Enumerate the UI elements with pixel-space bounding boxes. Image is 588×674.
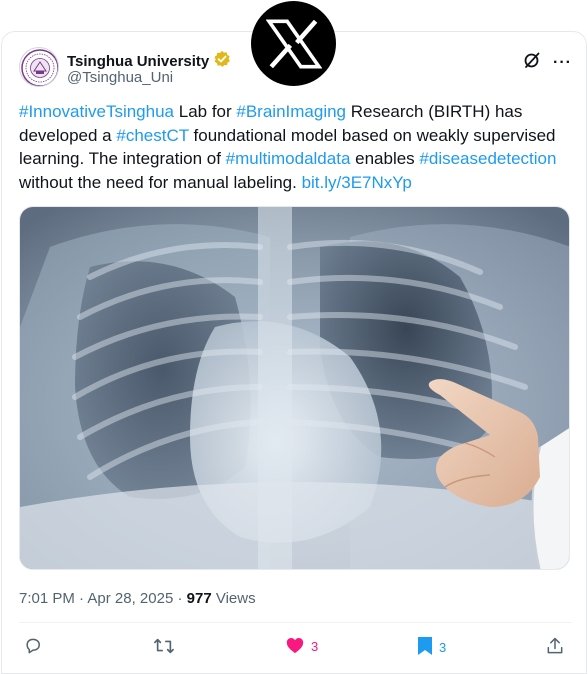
share-button[interactable] (545, 636, 565, 659)
bookmark-count: 3 (439, 640, 447, 655)
reply-button[interactable] (23, 636, 49, 659)
display-name[interactable]: Tsinghua University (67, 53, 209, 70)
like-count: 3 (311, 639, 319, 654)
bookmark-icon (417, 636, 433, 659)
reply-icon (23, 636, 43, 659)
tweet-text-part: without the need for manual labeling. (19, 172, 302, 192)
share-icon (545, 636, 565, 659)
like-button[interactable]: 3 (285, 636, 318, 657)
tweet-card: Tsinghua University @Tsinghua_Uni ··· #I… (1, 31, 587, 674)
hashtag-multimodaldata[interactable]: #multimodaldata (226, 149, 351, 168)
more-icon[interactable]: ··· (553, 54, 572, 72)
x-logo-icon (251, 1, 336, 86)
verified-badge-icon (213, 50, 231, 73)
short-link[interactable]: bit.ly/3E7NxYp (302, 173, 412, 192)
hashtag-chestct[interactable]: #chestCT (116, 126, 188, 145)
grok-icon[interactable] (523, 51, 541, 74)
avatar[interactable] (19, 47, 59, 87)
tweet-time[interactable]: 7:01 PM (19, 590, 75, 607)
meta-separator: · (74, 590, 88, 607)
retweet-button[interactable] (153, 636, 181, 659)
views-label: Views (211, 590, 256, 607)
header-actions: ··· (523, 51, 572, 74)
tweet-text-part: enables (350, 149, 420, 168)
retweet-icon (153, 636, 175, 659)
hashtag-diseasedetection[interactable]: #diseasedetection (419, 149, 556, 168)
meta-separator: · (173, 590, 187, 607)
chest-xray-image[interactable] (19, 206, 570, 570)
action-bar: 3 3 (19, 636, 572, 660)
tweet-text: #InnovativeTsinghua Lab for #BrainImagin… (19, 100, 575, 194)
bookmark-button[interactable]: 3 (417, 636, 446, 659)
university-seal-icon (21, 49, 58, 86)
tweet-text-part: Lab for (174, 102, 237, 121)
hashtag-brainimaging[interactable]: #BrainImaging (236, 102, 346, 121)
hashtag-innovativetsinghua[interactable]: #InnovativeTsinghua (19, 102, 174, 121)
tweet-date[interactable]: Apr 28, 2025 (87, 590, 173, 607)
views-count: 977 (186, 590, 212, 607)
heart-icon (285, 636, 305, 657)
tweet-meta: 7:01 PM · Apr 28, 2025 · 977 Views (19, 590, 256, 607)
divider (19, 622, 572, 623)
handle[interactable]: @Tsinghua_Uni (67, 69, 173, 86)
